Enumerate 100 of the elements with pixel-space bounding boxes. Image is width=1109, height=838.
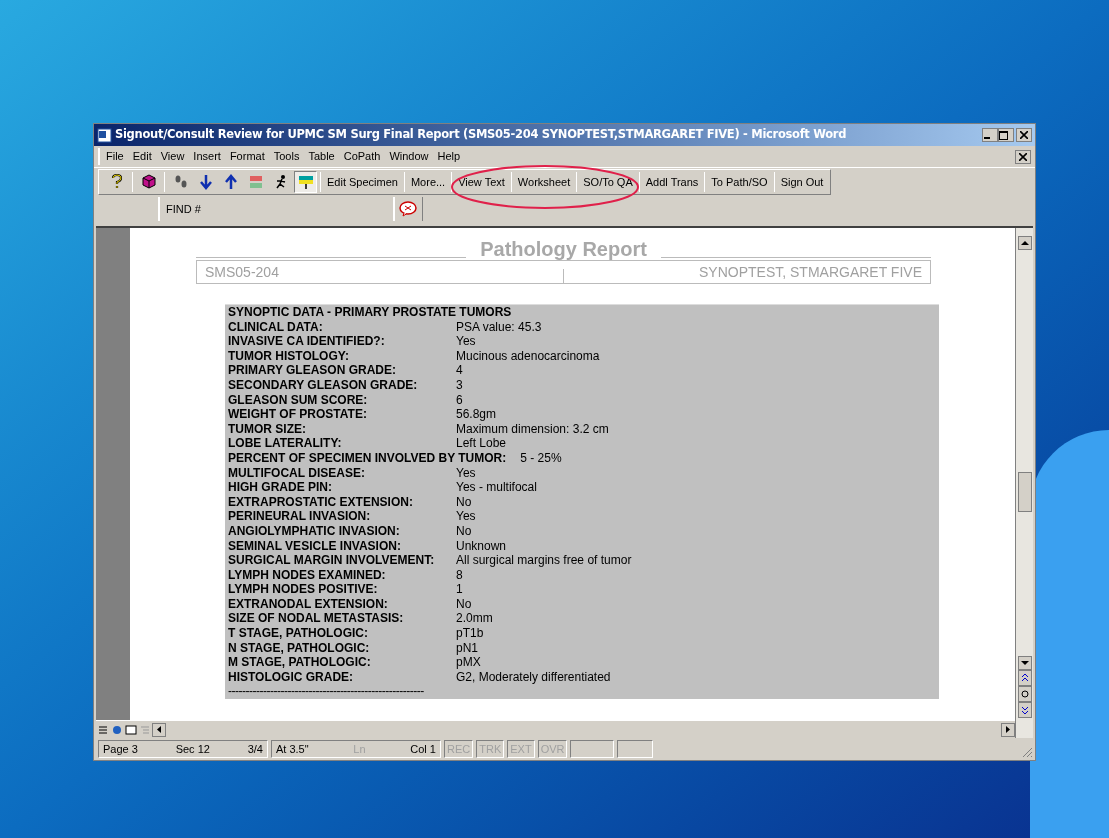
field-value: 4 — [456, 363, 463, 378]
field-value: Yes — [456, 334, 476, 349]
accession-number: SMS05-204 — [205, 262, 280, 282]
status-item: Sec 12 — [175, 741, 210, 757]
field-value: All surgical margins free of tumor — [456, 553, 632, 568]
resize-grip-icon[interactable] — [1021, 746, 1033, 758]
toolbar-button[interactable]: Sign Out — [777, 171, 827, 193]
patient-name: SYNOPTEST, STMARGARET FIVE — [698, 262, 922, 282]
field-label: LYMPH NODES POSITIVE: — [228, 582, 379, 597]
field-value: pN1 — [456, 640, 478, 656]
field-label: LYMPH NODES EXAMINED: — [228, 567, 387, 583]
field-value: No — [456, 523, 472, 539]
field-label: LOBE LATERALITY: — [228, 436, 343, 451]
field-label: TUMOR HISTOLOGY: — [228, 348, 350, 364]
print-view-icon[interactable] — [124, 722, 138, 737]
field-label: EXTRAPROSTATIC EXTENSION: — [228, 494, 414, 510]
close-document-button[interactable] — [1015, 149, 1031, 164]
field-label: PERCENT OF SPECIMEN INVOLVED BY TUMOR: — [228, 450, 508, 466]
menu-item[interactable]: Help — [437, 148, 461, 165]
report-title: Pathology Report — [479, 238, 648, 260]
field-label: PRIMARY GLEASON GRADE: — [228, 363, 397, 378]
menu-item[interactable]: CoPath — [343, 148, 381, 165]
field-label: HISTOLOGIC GRADE: — [228, 669, 355, 685]
speech-bubble-icon[interactable] — [399, 201, 417, 217]
field-label: MULTIFOCAL DISEASE: — [228, 465, 366, 481]
field-label: CLINICAL DATA: — [228, 319, 324, 335]
field-value: Yes - multifocal — [456, 480, 537, 495]
toolbar-button[interactable]: More... — [407, 171, 449, 193]
menu-item[interactable]: Window — [389, 148, 429, 165]
field-value: PSA value: 45.3 — [456, 319, 542, 335]
toolbar-button[interactable]: Edit Specimen — [324, 171, 401, 193]
menu-item[interactable]: Edit — [132, 148, 152, 165]
field-value: 56.8gm — [456, 407, 497, 422]
field-label: WEIGHT OF PROSTATE: — [228, 407, 368, 422]
window-title: Signout/Consult Review for UPMC SM Surg Final Report (SMS05-204 SYNOPTEST,STMARGARET FIVE) - Microsoft Word — [115, 126, 848, 144]
previous-page-icon[interactable] — [1017, 670, 1032, 686]
toolbar-button[interactable]: Addl Trans — [642, 171, 702, 193]
field-label: M STAGE, PATHOLOGIC: — [228, 655, 372, 670]
scroll-thumb[interactable] — [1017, 472, 1032, 512]
minimize-button[interactable] — [982, 128, 998, 142]
menu-item[interactable]: Table — [308, 148, 335, 165]
field-value: pMX — [456, 655, 481, 670]
maximize-icon — [999, 130, 1008, 140]
toolbar-button[interactable]: To Path/SO — [708, 171, 771, 193]
field-label: GLEASON SUM SCORE: — [228, 392, 369, 408]
close-icon — [1019, 152, 1027, 161]
next-page-icon[interactable] — [1017, 702, 1032, 718]
section-heading: SYNOPTIC DATA - PRIMARY PROSTATE TUMORS — [228, 305, 513, 320]
toolbar-button[interactable]: SO/To QA — [580, 171, 636, 193]
field-label: SECONDARY GLEASON GRADE: — [228, 377, 419, 393]
field-value: G2, Moderately differentiated — [456, 669, 611, 685]
close-icon — [1020, 131, 1028, 139]
field-label: HIGH GRADE PIN: — [228, 480, 333, 495]
menu-item[interactable]: View — [160, 148, 185, 165]
field-label: PERINEURAL INVASION: — [228, 509, 372, 524]
field-label: ANGIOLYMPHATIC INVASION: — [228, 523, 401, 539]
menu-item[interactable]: File — [106, 148, 124, 165]
dashed-rule: -------------------------------------------------------- — [228, 684, 425, 700]
field-value: Yes — [456, 509, 476, 524]
field-value: No — [456, 596, 472, 612]
field-label: SURGICAL MARGIN INVOLVEMENT: — [228, 553, 436, 568]
status-item: Col 1 — [410, 741, 436, 757]
left-arrow-icon — [157, 726, 161, 733]
status-item: At 3.5" — [276, 741, 309, 757]
field-value: 6 — [456, 392, 463, 408]
status-panel — [617, 740, 654, 758]
field-value: 8 — [456, 567, 463, 583]
field-value: Mucinous adenocarcinoma — [456, 348, 600, 364]
field-value: 1 — [456, 582, 463, 597]
status-item: Page 3 — [103, 741, 138, 757]
find-field[interactable]: FIND # — [158, 197, 208, 221]
cube-icon — [139, 173, 158, 191]
field-label: SIZE OF NODAL METASTASIS: — [228, 611, 405, 627]
field-label: INVASIVE CA IDENTIFIED?: — [228, 334, 386, 349]
field-label: T STAGE, PATHOLOGIC: — [228, 626, 369, 641]
highlighter-icon-button[interactable] — [294, 171, 317, 193]
field-value: Maximum dimension: 3.2 cm — [456, 421, 609, 437]
scroll-left-button[interactable] — [152, 722, 166, 737]
scroll-right-button[interactable] — [1001, 722, 1015, 737]
vertical-scrollbar[interactable] — [1015, 228, 1033, 738]
field-value: Left Lobe — [456, 436, 507, 451]
browse-object-icon[interactable] — [1017, 686, 1032, 702]
toolbar-button[interactable]: Worksheet — [514, 171, 574, 193]
menu-item[interactable]: Tools — [273, 148, 300, 165]
right-arrow-icon — [1006, 726, 1010, 733]
close-button[interactable] — [1016, 128, 1032, 142]
toolbar-button[interactable]: View Text — [455, 171, 508, 193]
highlighter-icon — [296, 173, 315, 191]
maximize-button[interactable] — [998, 128, 1014, 142]
menu-item[interactable]: Insert — [193, 148, 221, 165]
field-label: SEMINAL VESICLE INVASION: — [228, 538, 402, 554]
menu-item[interactable]: Format — [229, 148, 265, 165]
field-label: N STAGE, PATHOLOGIC: — [228, 640, 371, 656]
field-value: No — [456, 494, 472, 510]
status-panel — [570, 740, 615, 758]
field-value: 3 — [456, 377, 463, 393]
field-label: EXTRANODAL EXTENSION: — [228, 596, 389, 612]
field-value: Yes — [456, 465, 476, 481]
document-icon — [97, 127, 112, 143]
field-value: 5 - 25% — [520, 450, 562, 466]
